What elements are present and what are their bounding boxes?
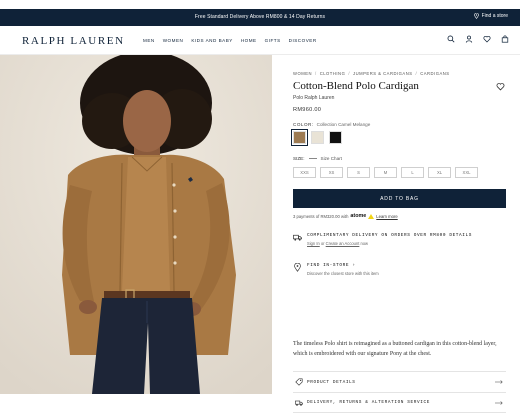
product-brand[interactable]: Polo Ralph Lauren bbox=[293, 95, 506, 101]
delivery-returns-accordion[interactable]: DELIVERY, RETURNS & ALTERATION SERVICE bbox=[293, 392, 506, 413]
description-line-1: The timeless Polo shirt is reimagined as… bbox=[293, 341, 497, 347]
sign-in-link[interactable]: Sign In bbox=[307, 241, 320, 246]
size-xxs[interactable]: XXS bbox=[293, 167, 316, 178]
product-description: The timeless Polo shirt is reimagined as… bbox=[293, 339, 506, 359]
product-price: RM960.00 bbox=[293, 107, 322, 113]
delivery-now: now bbox=[360, 241, 369, 246]
delivery-info: COMPLIMENTARY DELIVERY ON ORDERS OVER RM… bbox=[293, 233, 506, 246]
breadcrumb-separator: / bbox=[415, 71, 418, 76]
swatch-camel-melange[interactable] bbox=[291, 129, 308, 146]
find-in-store-subtitle: Discover the closest store with this ite… bbox=[307, 271, 379, 276]
breadcrumb-clothing[interactable]: CLOTHING bbox=[320, 71, 346, 76]
breadcrumb-cardigans[interactable]: CARDIGANS bbox=[420, 71, 449, 76]
breadcrumb-women[interactable]: WOMEN bbox=[293, 71, 312, 76]
location-pin-icon bbox=[294, 263, 301, 272]
header-icons bbox=[447, 35, 509, 43]
color-value: Collection Camel Melange bbox=[316, 122, 371, 127]
find-store-label: Find a store bbox=[481, 13, 508, 19]
delivery-or: or bbox=[320, 241, 325, 246]
size-chart-link[interactable]: Size Chart bbox=[321, 156, 342, 161]
color-swatches bbox=[291, 129, 506, 146]
size-m[interactable]: M bbox=[374, 167, 397, 178]
swatch-cream[interactable] bbox=[311, 131, 324, 144]
truck-icon bbox=[295, 400, 303, 406]
find-in-store-title: FIND IN-STORE bbox=[307, 263, 350, 268]
swatch-black[interactable] bbox=[329, 131, 342, 144]
chevron-right-icon: › bbox=[352, 263, 356, 268]
delivery-subtitle: Sign In or Create an Account now bbox=[307, 241, 472, 246]
size-l[interactable]: L bbox=[401, 167, 424, 178]
nav-women[interactable]: WOMEN bbox=[163, 38, 184, 43]
location-pin-icon bbox=[473, 13, 479, 19]
promo-text: Free Standard Delivery Above RM800 & 14 … bbox=[194, 14, 326, 20]
nav-gifts[interactable]: GIFTS bbox=[265, 38, 281, 43]
atome-triangle-icon bbox=[368, 213, 375, 219]
nav-discover[interactable]: DISCOVER bbox=[289, 38, 317, 43]
size-xl[interactable]: XL bbox=[428, 167, 451, 178]
size-s[interactable]: S bbox=[347, 167, 370, 178]
color-label: COLOR: bbox=[293, 122, 314, 127]
arrow-right-icon bbox=[495, 380, 503, 384]
size-label-row: SIZE: Size Chart bbox=[293, 156, 506, 161]
nav-home[interactable]: HOME bbox=[241, 38, 257, 43]
ruler-icon bbox=[308, 157, 317, 160]
atome-logo: atome bbox=[350, 213, 367, 219]
find-in-store[interactable]: FIND IN-STORE › Discover the closest sto… bbox=[293, 263, 506, 276]
find-store-link[interactable]: Find a store bbox=[473, 13, 508, 19]
description-line-2: which is embroidered with our signature … bbox=[293, 351, 432, 357]
delivery-title[interactable]: COMPLIMENTARY DELIVERY ON ORDERS OVER RM… bbox=[307, 233, 472, 238]
nav-kids-and-baby[interactable]: KIDS AND BABY bbox=[191, 38, 232, 43]
breadcrumb-separator: / bbox=[315, 71, 317, 76]
delivery-returns-label: DELIVERY, RETURNS & ALTERATION SERVICE bbox=[307, 400, 430, 405]
tag-icon bbox=[295, 378, 303, 386]
truck-icon bbox=[293, 234, 302, 241]
create-account-link[interactable]: Create an Account bbox=[326, 241, 360, 246]
model-photo bbox=[0, 55, 272, 394]
learn-more-link[interactable]: Learn more bbox=[376, 214, 397, 219]
add-to-wishlist-icon[interactable] bbox=[496, 82, 505, 91]
main-nav: MEN WOMEN KIDS AND BABY HOME GIFTS DISCO… bbox=[143, 38, 317, 43]
account-icon[interactable] bbox=[465, 35, 473, 43]
size-xs[interactable]: XS bbox=[320, 167, 343, 178]
product-details-label: PRODUCT DETAILS bbox=[307, 379, 356, 385]
breadcrumb-jumpers[interactable]: JUMPERS & CARDIGANS bbox=[353, 71, 413, 76]
installment-row: 3 payments of RM320.00 with atome Learn … bbox=[293, 213, 506, 219]
add-to-bag-button[interactable]: ADD TO BAG bbox=[293, 189, 506, 208]
product-details-accordion[interactable]: PRODUCT DETAILS bbox=[293, 371, 506, 392]
product-image[interactable] bbox=[0, 55, 272, 394]
wishlist-icon[interactable] bbox=[483, 35, 491, 43]
promo-bar: Free Standard Delivery Above RM800 & 14 … bbox=[0, 9, 520, 26]
breadcrumb-separator: / bbox=[348, 71, 350, 76]
bag-icon[interactable] bbox=[501, 35, 509, 43]
size-xxl[interactable]: XXL bbox=[455, 167, 478, 178]
breadcrumb: WOMEN / CLOTHING / JUMPERS & CARDIGANS /… bbox=[293, 71, 506, 76]
installment-text: 3 payments of RM320.00 with bbox=[293, 213, 349, 219]
brand-logo[interactable]: RALPH LAUREN bbox=[22, 35, 125, 47]
size-options: XXS XS S M L XL XXL bbox=[293, 167, 506, 178]
size-label: SIZE: bbox=[293, 156, 305, 161]
color-label-row: COLOR: Collection Camel Melange bbox=[293, 122, 506, 127]
search-icon[interactable] bbox=[447, 35, 455, 43]
arrow-right-icon bbox=[495, 400, 503, 405]
product-title: Cotton-Blend Polo Cardigan bbox=[293, 80, 419, 92]
nav-men[interactable]: MEN bbox=[143, 38, 155, 43]
